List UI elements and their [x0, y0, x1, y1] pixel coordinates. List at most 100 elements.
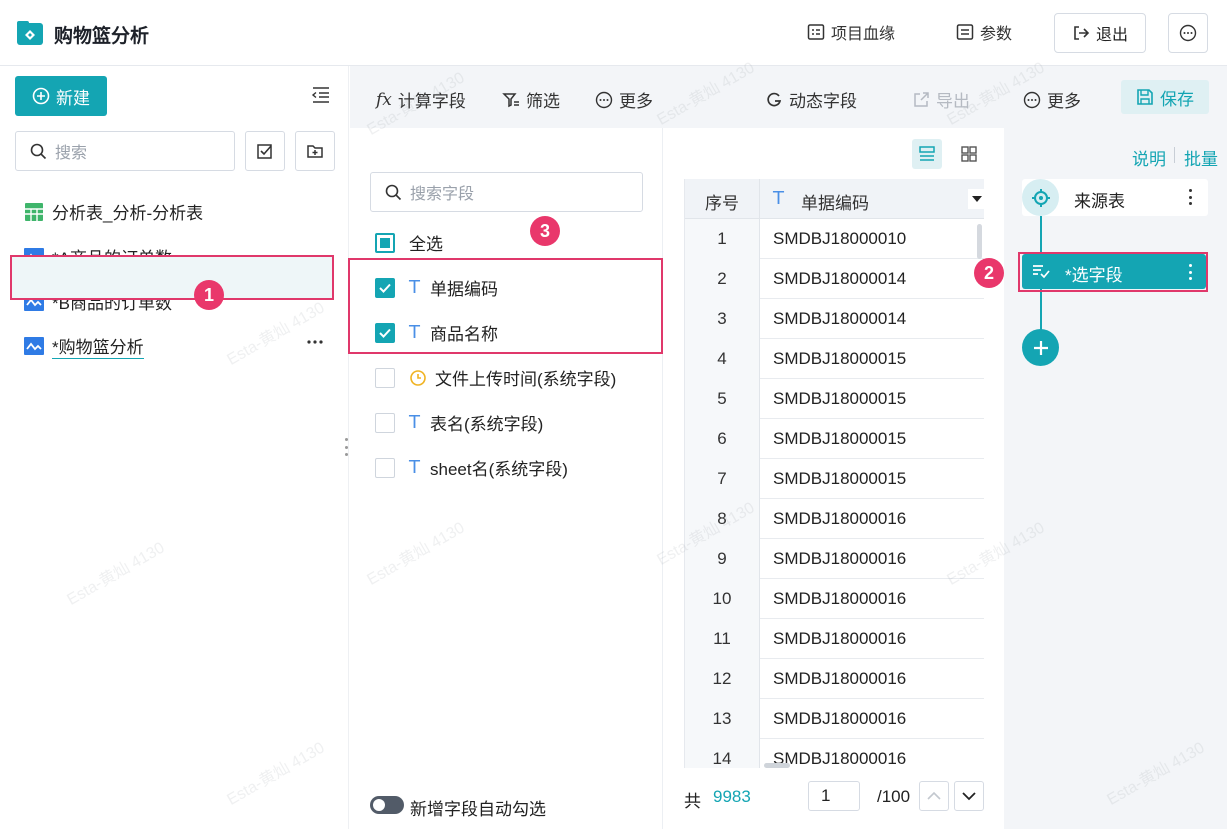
field-label: 文件上传时间(系统字段)	[435, 370, 617, 389]
tree-item-analysis-table[interactable]: 分析表_分析-分析表	[24, 199, 203, 224]
filter-button[interactable]: 筛选	[502, 87, 560, 112]
table-row[interactable]: 9 SMDBJ18000016	[685, 539, 984, 579]
new-button[interactable]: 新建	[15, 76, 107, 116]
field-row[interactable]: T 表名(系统字段)	[375, 410, 543, 435]
project-lineage-button[interactable]: 项目血缘	[807, 20, 895, 44]
table-row[interactable]: 2 SMDBJ18000014	[685, 259, 984, 299]
field-search-input[interactable]: 搜索字段	[370, 172, 643, 212]
grid-view-icon	[961, 146, 977, 162]
table-row[interactable]: 1 SMDBJ18000010	[685, 219, 984, 259]
app-logo-icon	[17, 21, 43, 45]
field-checkbox[interactable]	[375, 457, 395, 478]
table-row[interactable]: 12 SMDBJ18000016	[685, 659, 984, 699]
item-more-icon[interactable]	[306, 339, 324, 345]
sidebar-search-placeholder: 搜索	[55, 145, 88, 162]
field-label: 表名(系统字段)	[430, 415, 544, 434]
row-index-cell: 7	[685, 459, 760, 499]
field-row[interactable]: 文件上传时间(系统字段)	[375, 365, 616, 390]
export-icon	[914, 91, 929, 107]
filter-label: 筛选	[526, 92, 560, 111]
code-cell: SMDBJ18000015	[773, 389, 907, 408]
field-label: sheet名(系统字段)	[430, 460, 568, 479]
list-view-button[interactable]	[912, 139, 942, 169]
params-button[interactable]: 参数	[956, 20, 1012, 44]
code-cell: SMDBJ18000014	[773, 309, 907, 328]
table-h-scrollbar[interactable]	[764, 763, 790, 768]
select-all-row[interactable]: 全选	[375, 230, 443, 255]
pager-page-count: /100	[877, 787, 911, 806]
export-label: 导出	[936, 92, 970, 111]
header-more-button[interactable]	[1168, 13, 1208, 53]
table-row[interactable]: 6 SMDBJ18000015	[685, 419, 984, 459]
pager-total-count: 9983	[713, 787, 751, 806]
more-button-right[interactable]: 更多	[1023, 87, 1081, 112]
calc-field-button[interactable]: 𝑓x 计算字段	[376, 87, 466, 112]
row-index-cell: 1	[685, 219, 760, 259]
row-index-cell: 9	[685, 539, 760, 579]
calc-field-label: 计算字段	[397, 92, 466, 111]
field-row[interactable]: T sheet名(系统字段)	[375, 455, 568, 480]
field-checkbox[interactable]	[375, 412, 395, 433]
add-step-button[interactable]	[1022, 329, 1059, 366]
col-header-code: 单据编码	[801, 194, 869, 213]
batch-link[interactable]: 批量	[1184, 145, 1218, 170]
flow-connector	[1040, 214, 1042, 256]
sidebar-search-input[interactable]: 搜索	[15, 131, 235, 171]
source-table-label: 来源表	[1074, 192, 1125, 211]
explain-link[interactable]: 说明	[1132, 145, 1166, 170]
source-node-icon	[1022, 179, 1059, 216]
field-checkbox[interactable]	[375, 367, 395, 388]
fx-icon: 𝑓x	[376, 89, 392, 110]
exit-label: 退出	[1095, 27, 1128, 44]
text-type-icon: T	[773, 188, 784, 209]
auto-check-toggle[interactable]	[370, 796, 404, 814]
panel-resize-handle[interactable]	[345, 438, 348, 456]
table-row[interactable]: 10 SMDBJ18000016	[685, 579, 984, 619]
prev-page-button[interactable]	[919, 781, 949, 811]
table-row[interactable]: 14 SMDBJ18000016	[685, 739, 984, 768]
grid-view-button[interactable]	[954, 139, 984, 169]
new-label: 新建	[56, 88, 90, 108]
column-menu-button[interactable]	[968, 189, 984, 209]
table-row[interactable]: 7 SMDBJ18000015	[685, 459, 984, 499]
code-cell: SMDBJ18000016	[773, 629, 907, 648]
folder-add-icon	[307, 145, 323, 158]
table-row[interactable]: 8 SMDBJ18000016	[685, 499, 984, 539]
table-row[interactable]: 4 SMDBJ18000015	[685, 339, 984, 379]
row-index-cell: 6	[685, 419, 760, 459]
batch-select-button[interactable]	[245, 131, 285, 171]
table-row[interactable]: 13 SMDBJ18000016	[685, 699, 984, 739]
row-index-cell: 14	[685, 739, 760, 768]
tree-item-basket-analysis-selected[interactable]	[10, 255, 334, 300]
page-number-input[interactable]: 1	[808, 781, 860, 811]
tree-item-basket-analysis[interactable]: *购物篮分析	[24, 333, 144, 359]
more-label: 更多	[619, 92, 653, 111]
exit-button[interactable]: 退出	[1054, 13, 1146, 53]
tree-item-label: 分析表_分析-分析表	[52, 204, 204, 223]
select-all-checkbox[interactable]	[375, 232, 395, 253]
col-header-index: 序号	[705, 194, 739, 213]
chevron-up-icon	[927, 791, 941, 800]
new-folder-button[interactable]	[295, 131, 335, 171]
table-row[interactable]: 3 SMDBJ18000014	[685, 299, 984, 339]
params-label: 参数	[980, 26, 1013, 43]
more-button-left[interactable]: 更多	[595, 87, 653, 112]
table-row[interactable]: 5 SMDBJ18000015	[685, 379, 984, 419]
save-button[interactable]: 保存	[1121, 80, 1209, 114]
params-icon	[956, 24, 974, 40]
crosshair-icon	[1031, 188, 1050, 207]
flow-connector	[1040, 288, 1042, 330]
collapse-sidebar-icon[interactable]	[311, 86, 331, 104]
dynamic-field-button[interactable]: 动态字段	[765, 87, 857, 112]
next-page-button[interactable]	[954, 781, 984, 811]
field-search-placeholder: 搜索字段	[410, 186, 475, 203]
search-icon	[30, 143, 47, 159]
search-icon	[385, 184, 402, 200]
node-menu-icon[interactable]	[1188, 189, 1192, 205]
flow-panel	[1004, 128, 1227, 829]
table-row[interactable]: 11 SMDBJ18000016	[685, 619, 984, 659]
step-badge-3: 3	[530, 216, 560, 246]
export-button[interactable]: 导出	[912, 87, 970, 112]
select-all-label: 全选	[409, 235, 443, 254]
table-scrollbar[interactable]	[977, 224, 982, 259]
